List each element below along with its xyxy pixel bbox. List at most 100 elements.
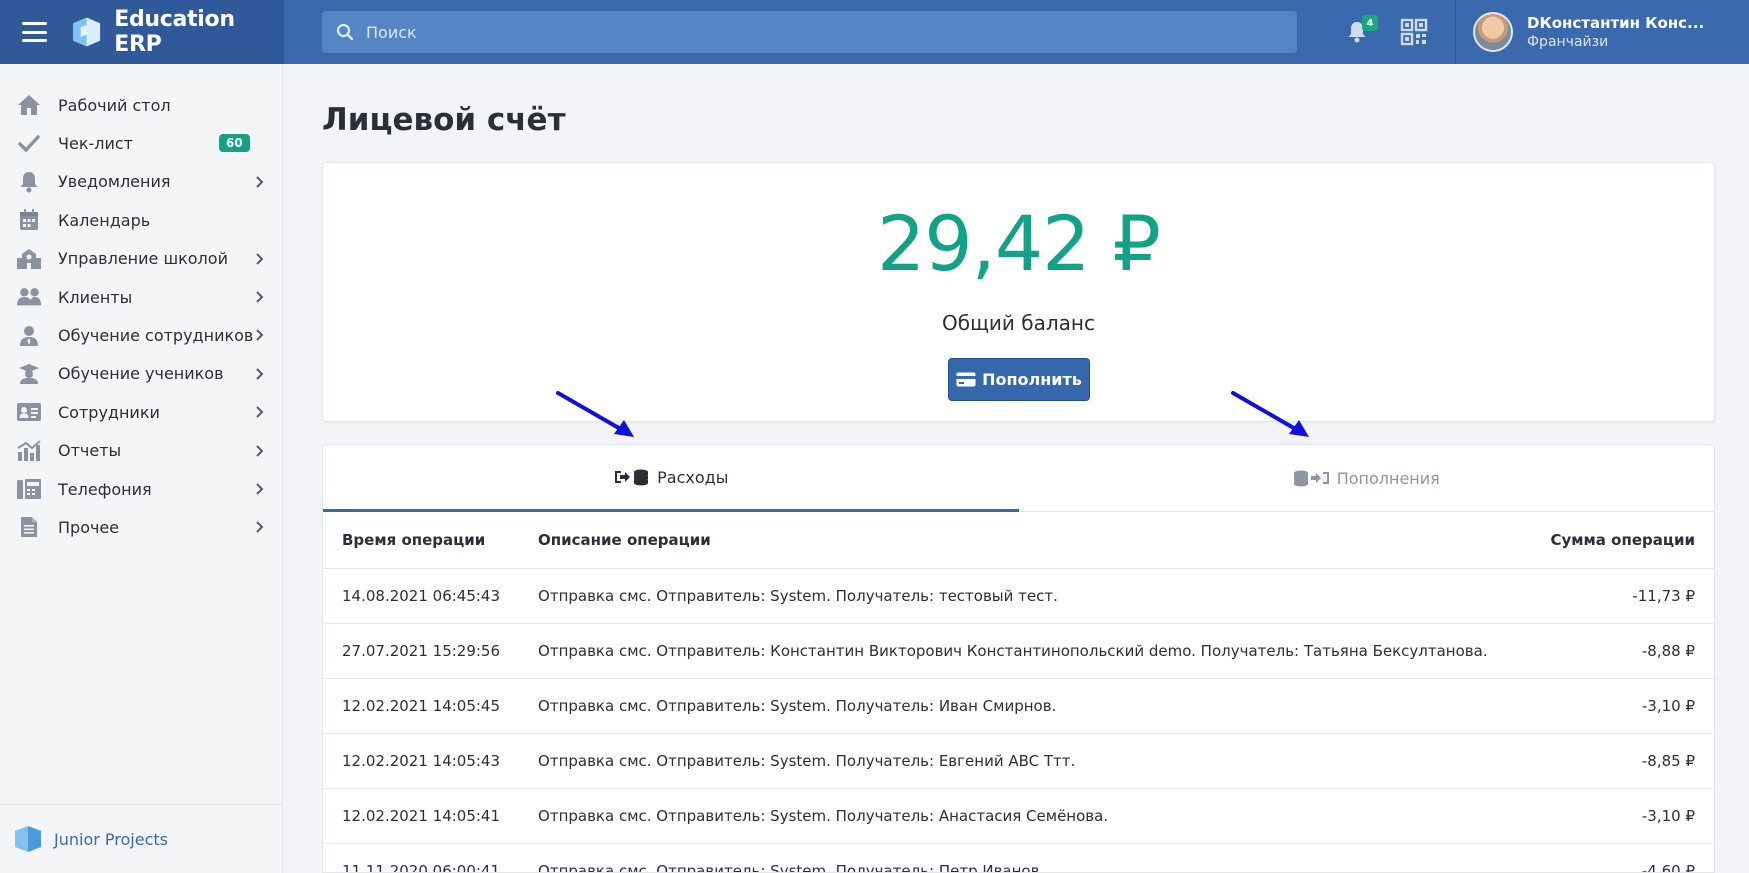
sidebar-item-label: Обучение сотрудников: [58, 326, 254, 346]
junior-projects-link[interactable]: Junior Projects: [54, 830, 168, 849]
user-tie-icon: [16, 324, 42, 348]
chevron-right-icon: [256, 252, 264, 265]
top-bar: Education ERP 4 DКонстантин Конс... Фран…: [0, 0, 1749, 64]
cell-amount: -11,73 ₽: [1527, 568, 1714, 624]
sidebar-item-student-training[interactable]: Обучение учеников: [0, 355, 282, 393]
junior-projects-logo-icon: [15, 826, 41, 852]
home-icon: [16, 93, 42, 117]
cell-time: 12.02.2021 14:05:45: [323, 678, 520, 734]
menu-toggle-icon[interactable]: [22, 22, 48, 42]
sidebar-item-label: Обучение учеников: [58, 364, 224, 384]
topup-button[interactable]: Пополнить: [948, 358, 1090, 401]
table-row[interactable]: 12.02.2021 14:05:45 Отправка смс. Отправ…: [323, 678, 1714, 734]
cell-description: Отправка смс. Отправитель: System. Получ…: [519, 788, 1528, 844]
sidebar-item-notifications[interactable]: Уведомления: [0, 163, 282, 201]
sidebar-item-label: Рабочий стол: [58, 95, 171, 115]
sidebar-item-calendar[interactable]: Календарь: [0, 201, 282, 239]
tabs: Расходы Пополнения: [323, 445, 1714, 512]
annotation-arrow-expenses: [556, 391, 634, 437]
tab-topups[interactable]: Пополнения: [1019, 445, 1715, 511]
topup-button-label: Пополнить: [982, 370, 1082, 389]
column-header-time[interactable]: Время операции: [323, 512, 520, 569]
sidebar-item-staff-training[interactable]: Обучение сотрудников: [0, 316, 282, 354]
cell-description: Отправка смс. Отправитель: System. Получ…: [519, 568, 1528, 624]
cell-description: Отправка смс. Отправитель: System. Получ…: [519, 843, 1528, 872]
cell-amount: -4,60 ₽: [1527, 843, 1714, 872]
transactions-table: Время операции Описание операции Сумма о…: [323, 512, 1714, 872]
header-divider: [1455, 0, 1456, 64]
sidebar-item-employees[interactable]: Сотрудники: [0, 393, 282, 431]
bell-icon: [16, 170, 42, 194]
column-header-description[interactable]: Описание операции: [519, 512, 1528, 569]
notifications-badge: 4: [1362, 15, 1378, 31]
sidebar-item-label: Календарь: [58, 210, 151, 230]
avatar[interactable]: [1473, 12, 1513, 52]
tab-expenses[interactable]: Расходы: [323, 445, 1019, 512]
chevron-right-icon: [256, 176, 264, 188]
sidebar-item-reports[interactable]: Отчеты: [0, 432, 282, 470]
cell-time: 12.02.2021 14:05:41: [323, 788, 520, 844]
file-icon: [16, 515, 42, 539]
qr-code-icon[interactable]: [1400, 18, 1428, 46]
cell-amount: -3,10 ₽: [1527, 788, 1714, 844]
user-role: Франчайзи: [1527, 33, 1609, 50]
table-row[interactable]: 11.11.2020 06:00:41 Отправка смс. Отправ…: [323, 843, 1714, 872]
chevron-right-icon: [256, 521, 264, 534]
user-name[interactable]: DКонстантин Конс...: [1527, 14, 1704, 33]
sidebar-item-telephony[interactable]: Телефония: [0, 470, 282, 508]
chevron-right-icon: [256, 483, 264, 495]
sidebar-item-school-management[interactable]: Управление школой: [0, 240, 282, 278]
chevron-right-icon: [256, 444, 264, 457]
chevron-right-icon: [256, 291, 264, 303]
sidebar-item-label: Отчеты: [58, 441, 122, 461]
table-row[interactable]: 12.02.2021 14:05:43 Отправка смс. Отправ…: [323, 733, 1714, 789]
sidebar-item-checklist[interactable]: Чек-лист 60: [0, 124, 282, 162]
user-menu[interactable]: DКонстантин Конс... Франчайзи: [1473, 0, 1704, 64]
tab-topups-label: Пополнения: [1336, 468, 1440, 488]
sidebar-item-label: Прочее: [58, 517, 120, 537]
sidebar: Рабочий стол Чек-лист 60 Уведомления Кал…: [0, 64, 283, 873]
balance-card: 29,42 ₽ Общий баланс Пополнить: [322, 162, 1715, 422]
credit-card-icon: [956, 372, 976, 387]
cell-time: 14.08.2021 06:45:43: [323, 568, 520, 624]
sidebar-item-clients[interactable]: Клиенты: [0, 278, 282, 316]
transactions-card: Расходы Пополнения Время операции Описан…: [322, 444, 1715, 873]
table-row[interactable]: 12.02.2021 14:05:41 Отправка смс. Отправ…: [323, 788, 1714, 844]
search-icon: [336, 23, 354, 41]
table-row[interactable]: 14.08.2021 06:45:43 Отправка смс. Отправ…: [323, 568, 1714, 624]
brand-logo-icon[interactable]: [71, 13, 102, 51]
sidebar-item-label: Уведомления: [58, 172, 171, 192]
users-icon: [16, 285, 42, 309]
cell-description: Отправка смс. Отправитель: System. Получ…: [519, 678, 1528, 734]
cell-time: 12.02.2021 14:05:43: [323, 733, 520, 789]
sidebar-item-other[interactable]: Прочее: [0, 508, 282, 546]
brand-area: Education ERP: [0, 0, 284, 64]
calendar-icon: [16, 208, 42, 232]
cell-description: Отправка смс. Отправитель: System. Получ…: [519, 733, 1528, 789]
coins-sign-in-icon: [1293, 470, 1329, 487]
table-header-row: Время операции Описание операции Сумма о…: [323, 512, 1714, 569]
page-title: Лицевой счёт: [322, 102, 566, 138]
top-icons: 4: [1340, 0, 1428, 64]
sidebar-item-label: Управление школой: [58, 249, 228, 269]
sidebar-footer[interactable]: Junior Projects: [0, 804, 282, 873]
check-icon: [16, 132, 42, 156]
cell-description: Отправка смс. Отправитель: Константин Ви…: [519, 623, 1528, 679]
chart-icon: [16, 439, 42, 463]
table-row[interactable]: 27.07.2021 15:29:56 Отправка смс. Отправ…: [323, 623, 1714, 679]
column-header-amount[interactable]: Сумма операции: [1527, 512, 1714, 569]
cell-amount: -3,10 ₽: [1527, 678, 1714, 734]
balance-amount: 29,42 ₽: [876, 199, 1161, 288]
brand-name[interactable]: Education ERP: [114, 7, 284, 57]
sidebar-item-label: Чек-лист: [58, 134, 133, 154]
search-box[interactable]: [322, 11, 1297, 53]
sign-out-coins-icon: [615, 469, 649, 486]
id-card-icon: [16, 400, 42, 424]
search-input[interactable]: [366, 22, 1266, 42]
chevron-right-icon: [256, 406, 264, 418]
sidebar-item-desktop[interactable]: Рабочий стол: [0, 86, 282, 124]
annotation-arrow-topups: [1231, 391, 1309, 437]
sidebar-item-label: Телефония: [58, 479, 152, 499]
notifications-button[interactable]: 4: [1340, 15, 1378, 49]
chevron-right-icon: [256, 329, 264, 342]
